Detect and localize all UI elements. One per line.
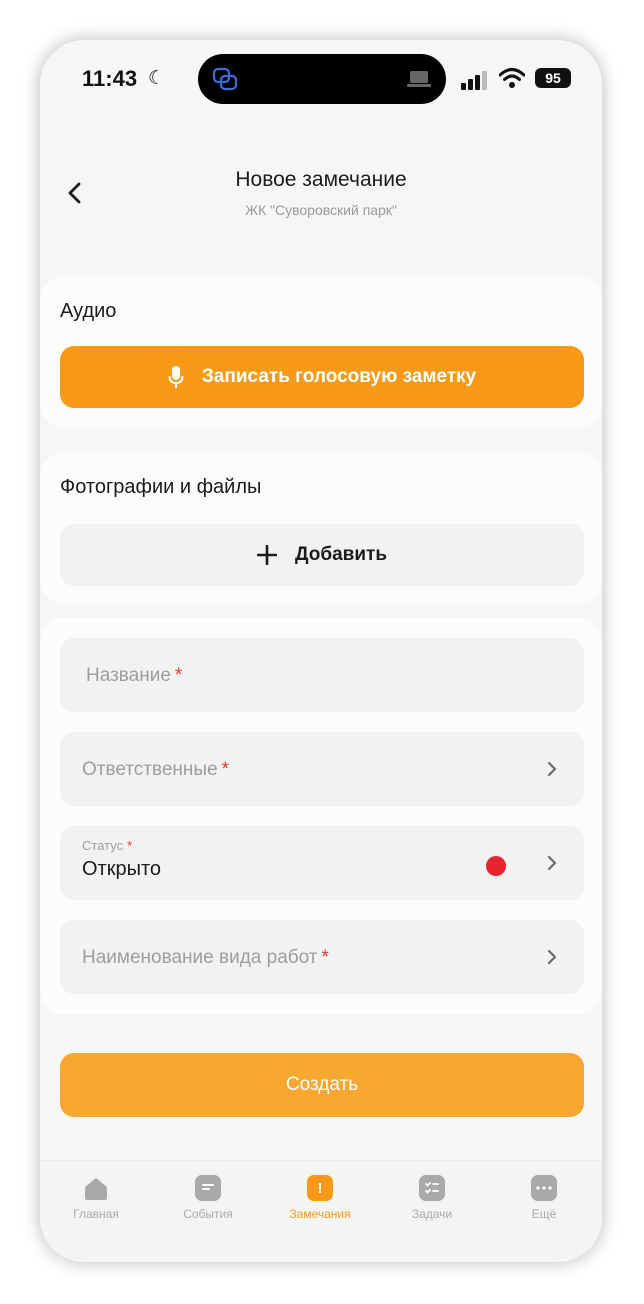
responsible-placeholder: Ответственные * — [82, 759, 230, 780]
app-icon — [212, 67, 238, 91]
audio-card: Аудио Записать голосовую заметку — [40, 276, 602, 428]
responsible-field[interactable]: Ответственные * — [60, 732, 584, 806]
chevron-right-icon — [547, 855, 557, 871]
tab-remarks[interactable]: ! Замечания — [264, 1175, 376, 1221]
add-files-label: Добавить — [294, 544, 388, 565]
remarks-icon: ! — [307, 1175, 333, 1201]
more-icon — [531, 1175, 557, 1201]
events-icon — [195, 1175, 221, 1201]
required-mark: * — [221, 759, 230, 780]
tab-label: События — [183, 1207, 233, 1221]
work-type-placeholder: Наименование вида работ * — [82, 947, 329, 968]
microphone-icon — [168, 366, 184, 388]
phone-screen: 11:43 ☾ 95 Новое замечание ЖК "Суворовск… — [40, 40, 602, 1262]
required-mark: * — [174, 665, 183, 686]
status-bar: 11:43 ☾ 95 — [40, 40, 602, 120]
required-mark: * — [321, 947, 329, 968]
status-field[interactable]: Статус * Открыто — [60, 826, 584, 900]
tab-events[interactable]: События — [152, 1175, 264, 1221]
laptop-icon — [407, 71, 431, 87]
header: Новое замечание ЖК "Суворовский парк" — [40, 150, 602, 240]
tab-home[interactable]: Главная — [40, 1175, 152, 1221]
tab-more[interactable]: Ещё — [488, 1175, 600, 1221]
name-field[interactable]: Название * — [60, 638, 584, 712]
work-type-field[interactable]: Наименование вида работ * — [60, 920, 584, 994]
status-indicator-dot — [486, 856, 506, 876]
battery-indicator: 95 — [535, 68, 571, 88]
tasks-icon — [419, 1175, 445, 1201]
required-mark: * — [127, 838, 133, 853]
page-title: Новое замечание — [235, 168, 407, 191]
record-voice-note-button[interactable]: Записать голосовую заметку — [60, 346, 584, 408]
record-voice-note-label: Записать голосовую заметку — [201, 366, 477, 387]
tab-label: Главная — [73, 1207, 119, 1221]
chevron-right-icon — [547, 949, 557, 965]
tab-label: Ещё — [531, 1207, 557, 1221]
photos-card: Фотографии и файлы Добавить — [40, 452, 602, 604]
cellular-signal-icon — [461, 71, 487, 90]
chevron-right-icon — [547, 761, 557, 777]
create-button[interactable]: Создать — [60, 1053, 584, 1117]
tab-label: Замечания — [289, 1207, 351, 1221]
page-subtitle: ЖК "Суворовский парк" — [245, 202, 397, 218]
status-label: Статус * — [82, 838, 133, 853]
add-files-button[interactable]: Добавить — [60, 524, 584, 586]
status-time: 11:43 — [82, 66, 138, 91]
photos-label: Фотографии и файлы — [60, 476, 262, 498]
tab-tasks[interactable]: Задачи — [376, 1175, 488, 1221]
moon-icon: ☾ — [148, 68, 166, 89]
audio-label: Аудио — [60, 300, 117, 322]
dynamic-island — [198, 54, 446, 104]
wifi-icon — [499, 68, 525, 88]
name-placeholder: Название * — [86, 665, 183, 686]
form-fields-card: Название * Ответственные * Статус * Открыто… — [40, 618, 602, 1014]
tab-bar: Главная События ! Замечания Задачи Ещё — [40, 1160, 602, 1262]
plus-icon — [256, 545, 277, 565]
home-icon — [85, 1178, 107, 1200]
status-value: Открыто — [82, 858, 162, 880]
tab-label: Задачи — [411, 1207, 453, 1221]
